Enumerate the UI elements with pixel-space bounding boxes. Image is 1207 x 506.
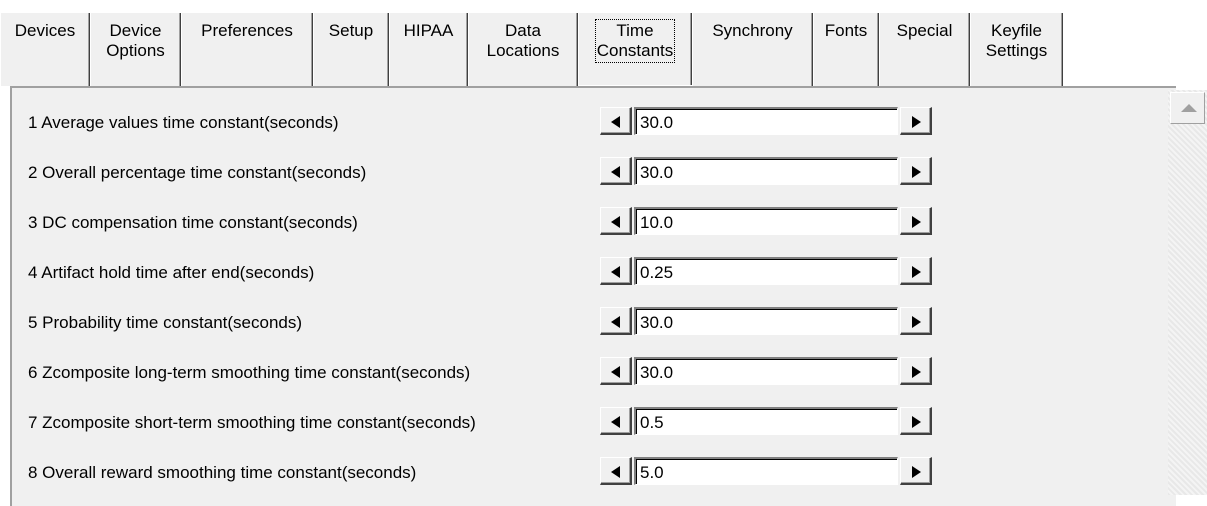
value-input[interactable]: [634, 307, 898, 335]
arrow-right-icon: [912, 316, 921, 328]
tab-label: Data Locations: [486, 21, 560, 60]
tab-label: Synchrony: [712, 21, 793, 40]
tab-label: Special: [896, 21, 953, 40]
value-input[interactable]: [634, 257, 898, 285]
setting-label: 3 DC compensation time constant(seconds): [28, 213, 358, 232]
tab-devices[interactable]: Devices: [0, 13, 90, 86]
tab-label: Preferences: [201, 21, 293, 40]
setting-row: 7 Zcomposite short-term smoothing time c…: [28, 406, 1178, 436]
tab-label: Fonts: [824, 21, 868, 40]
value-spinner: [600, 207, 936, 235]
tab-special[interactable]: Special: [879, 13, 970, 86]
value-input[interactable]: [634, 207, 898, 235]
increment-button[interactable]: [900, 257, 932, 285]
decrement-button[interactable]: [600, 107, 632, 135]
value-input[interactable]: [634, 407, 898, 435]
value-spinner: [600, 107, 936, 135]
tab-setup[interactable]: Setup: [313, 13, 389, 86]
setting-row: 4 Artifact hold time after end(seconds): [28, 256, 1178, 286]
increment-button[interactable]: [900, 407, 932, 435]
increment-button[interactable]: [900, 207, 932, 235]
setting-label: 4 Artifact hold time after end(seconds): [28, 263, 315, 282]
tab-synchrony[interactable]: Synchrony: [692, 13, 813, 86]
setting-label: 1 Average values time constant(seconds): [28, 113, 339, 132]
increment-button[interactable]: [900, 357, 932, 385]
arrow-left-icon: [611, 266, 620, 278]
setting-row: 5 Probability time constant(seconds): [28, 306, 1178, 336]
increment-button[interactable]: [900, 157, 932, 185]
setting-row: 3 DC compensation time constant(seconds): [28, 206, 1178, 236]
arrow-right-icon: [912, 466, 921, 478]
arrow-right-icon: [912, 366, 921, 378]
decrement-button[interactable]: [600, 457, 632, 485]
tab-device-options[interactable]: Device Options: [90, 13, 181, 86]
arrow-left-icon: [611, 166, 620, 178]
arrow-left-icon: [611, 216, 620, 228]
value-spinner: [600, 357, 936, 385]
decrement-button[interactable]: [600, 257, 632, 285]
tab-time-constants[interactable]: Time Constants: [578, 13, 692, 85]
arrow-left-icon: [611, 116, 620, 128]
tab-hipaa[interactable]: HIPAA: [389, 13, 468, 86]
tab-preferences[interactable]: Preferences: [181, 13, 313, 86]
arrow-right-icon: [912, 216, 921, 228]
setting-row: 1 Average values time constant(seconds): [28, 106, 1178, 136]
tab-label: Device Options: [106, 21, 165, 60]
tab-fonts[interactable]: Fonts: [813, 13, 879, 86]
value-spinner: [600, 407, 936, 435]
increment-button[interactable]: [900, 307, 932, 335]
arrow-left-icon: [611, 316, 620, 328]
arrow-left-icon: [611, 366, 620, 378]
decrement-button[interactable]: [600, 307, 632, 335]
arrow-left-icon: [611, 466, 620, 478]
arrow-right-icon: [912, 266, 921, 278]
increment-button[interactable]: [900, 457, 932, 485]
setting-row: 2 Overall percentage time constant(secon…: [28, 156, 1178, 186]
tab-label: HIPAA: [403, 21, 454, 40]
setting-label: 5 Probability time constant(seconds): [28, 313, 303, 332]
value-input[interactable]: [634, 357, 898, 385]
arrow-right-icon: [912, 166, 921, 178]
value-spinner: [600, 257, 936, 285]
value-input[interactable]: [634, 157, 898, 185]
setting-label: 8 Overall reward smoothing time constant…: [28, 463, 417, 482]
tab-keyfile-settings[interactable]: Keyfile Settings: [970, 13, 1063, 86]
value-spinner: [600, 157, 936, 185]
setting-row: 8 Overall reward smoothing time constant…: [28, 456, 1178, 486]
decrement-button[interactable]: [600, 207, 632, 235]
tab-label: Time Constants: [594, 19, 676, 63]
decrement-button[interactable]: [600, 407, 632, 435]
scroll-up-button[interactable]: [1170, 92, 1205, 124]
time-constants-panel: 1 Average values time constant(seconds) …: [10, 86, 1176, 506]
setting-label: 2 Overall percentage time constant(secon…: [28, 163, 367, 182]
increment-button[interactable]: [900, 107, 932, 135]
tab-label: Setup: [328, 21, 374, 40]
setting-label: 7 Zcomposite short-term smoothing time c…: [28, 413, 476, 432]
arrow-up-icon: [1181, 104, 1197, 112]
tab-strip: Devices Device Options Preferences Setup…: [0, 0, 1207, 86]
decrement-button[interactable]: [600, 157, 632, 185]
vertical-scrollbar[interactable]: [1168, 90, 1207, 495]
tab-label: Devices: [14, 21, 76, 40]
tab-label: Keyfile Settings: [985, 21, 1048, 60]
value-input[interactable]: [634, 107, 898, 135]
arrow-right-icon: [912, 116, 921, 128]
arrow-right-icon: [912, 416, 921, 428]
tab-data-locations[interactable]: Data Locations: [468, 13, 578, 86]
value-spinner: [600, 457, 936, 485]
value-input[interactable]: [634, 457, 898, 485]
decrement-button[interactable]: [600, 357, 632, 385]
setting-row: 6 Zcomposite long-term smoothing time co…: [28, 356, 1178, 386]
setting-label: 6 Zcomposite long-term smoothing time co…: [28, 363, 471, 382]
value-spinner: [600, 307, 936, 335]
arrow-left-icon: [611, 416, 620, 428]
